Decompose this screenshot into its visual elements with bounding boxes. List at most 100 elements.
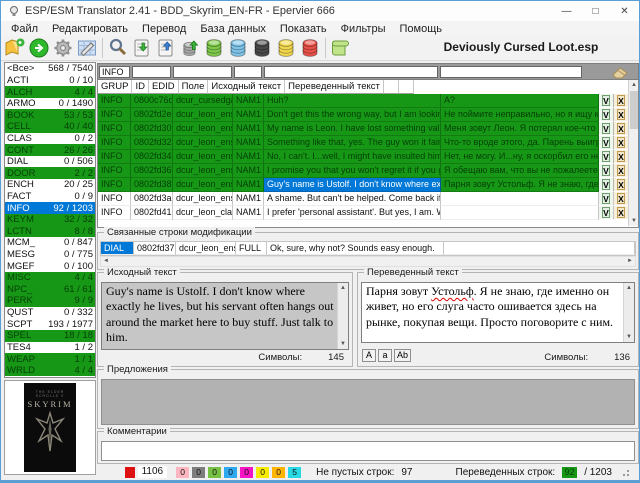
cell-translated-text[interactable]: Нет, не могу. И...ну, я оскорбил его нем… xyxy=(441,150,599,164)
scroll-right-icon[interactable]: ► xyxy=(625,257,635,266)
column-header[interactable]: Переведенный текст xyxy=(285,80,384,94)
run-icon[interactable] xyxy=(28,37,50,59)
validate-row-button[interactable]: V xyxy=(599,150,614,164)
menu-item[interactable]: Фильтры xyxy=(334,23,393,35)
sidebar-item[interactable]: ALCH 4 / 4 xyxy=(5,86,95,98)
validate-row-button[interactable]: V xyxy=(599,122,614,136)
reject-row-button[interactable]: X xyxy=(614,164,629,178)
cell-source-text[interactable]: I prefer 'personal assistant'. But yes, … xyxy=(264,206,441,220)
sidebar-item[interactable]: NPC_ 61 / 61 xyxy=(5,284,95,296)
table-row[interactable]: INFO 0802fd36 dcur_leon_ensla... NAM1 I … xyxy=(98,164,638,178)
reject-row-button[interactable]: X xyxy=(614,136,629,150)
table-row[interactable]: INFO 0800c76d dcur_cursedgagd... NAM1 Hu… xyxy=(98,94,638,108)
reject-row-button[interactable]: X xyxy=(614,108,629,122)
filter-edid-input[interactable] xyxy=(173,66,232,78)
database-black-icon[interactable] xyxy=(251,37,273,59)
reject-row-button[interactable]: X xyxy=(614,122,629,136)
validate-row-button[interactable]: V xyxy=(599,164,614,178)
title-bar[interactable]: ESP/ESM Translator 2.41 - BDD_Skyrim_EN-… xyxy=(1,1,639,21)
sidebar-item[interactable]: DOOR 2 / 2 xyxy=(5,167,95,179)
sidebar-item[interactable]: BOOK 53 / 53 xyxy=(5,109,95,121)
sidebar-item[interactable]: MESG 0 / 775 xyxy=(5,249,95,261)
menu-item[interactable]: База данных xyxy=(193,23,273,35)
column-header[interactable]: Поле xyxy=(179,80,209,94)
sidebar-item[interactable]: ACTI 0 / 10 xyxy=(5,75,95,87)
sidebar-item[interactable]: CELL 40 / 40 xyxy=(5,121,95,133)
reject-row-button[interactable]: X xyxy=(614,192,629,206)
validate-row-button[interactable]: V xyxy=(599,108,614,122)
sidebar-item[interactable]: FACT 0 / 9 xyxy=(5,191,95,203)
suggestions-list[interactable] xyxy=(101,379,635,425)
validate-row-button[interactable]: V xyxy=(599,94,614,108)
sidebar-item[interactable]: CLAS 0 / 2 xyxy=(5,133,95,145)
sidebar-item[interactable]: WEAP 1 / 1 xyxy=(5,353,95,365)
sidebar-item[interactable]: ARMO 0 / 1490 xyxy=(5,98,95,110)
menu-item[interactable]: Перевод xyxy=(135,23,193,35)
sidebar-item[interactable]: PERK 9 / 9 xyxy=(5,295,95,307)
cell-source-text[interactable]: Something like that, yes. The guy won it… xyxy=(264,136,441,150)
cell-source-text[interactable]: My name is Leon. I have lost something v… xyxy=(264,122,441,136)
sidebar-item[interactable]: TES4 1 / 2 xyxy=(5,342,95,354)
clear-filters-eraser-icon[interactable] xyxy=(610,65,630,79)
scroll-up-icon[interactable]: ▲ xyxy=(624,283,634,293)
translation-textarea[interactable]: Парня зовут Устольф. Я не знаю, где имен… xyxy=(361,282,635,343)
save-import-icon[interactable] xyxy=(131,37,153,59)
cell-source-text[interactable]: Guy's name is Ustolf. I don't know where… xyxy=(264,178,441,192)
apply-db-icon[interactable] xyxy=(179,37,201,59)
open-folder-icon[interactable] xyxy=(4,37,26,59)
column-header[interactable]: EDID xyxy=(149,80,179,94)
sidebar-item[interactable]: LCTN 8 / 8 xyxy=(5,226,95,238)
scroll-down-icon[interactable]: ▼ xyxy=(624,332,634,342)
sidebar-item[interactable]: MGEF 0 / 100 xyxy=(5,260,95,272)
finalize-scroll-icon[interactable] xyxy=(330,37,352,59)
cell-source-text[interactable]: A shame. But can't be helped. Come back … xyxy=(264,192,441,206)
linked-row[interactable]: DIAL 0802fd37 dcur_leon_ensla... FULL Ok… xyxy=(100,241,636,256)
sidebar-item[interactable]: SCPT 193 / 1977 xyxy=(5,318,95,330)
filter-grup-input[interactable]: INFO xyxy=(99,66,130,78)
scroll-down-icon[interactable]: ▼ xyxy=(338,339,348,349)
sidebar-item[interactable]: WRLD 4 / 4 xyxy=(5,365,95,377)
table-row[interactable]: INFO 0802fd32 dcur_leon_ensla... NAM1 So… xyxy=(98,136,638,150)
comments-textarea[interactable] xyxy=(101,441,635,461)
validate-row-button[interactable]: V xyxy=(599,192,614,206)
menu-item[interactable]: Помощь xyxy=(392,23,449,35)
table-row[interactable]: INFO 0802fd41 dcur_leon_claudi... NAM1 I… xyxy=(98,206,638,220)
edit-grid-icon[interactable] xyxy=(76,37,98,59)
cell-translated-text[interactable] xyxy=(441,192,599,206)
resize-grip[interactable] xyxy=(621,468,629,476)
case-button[interactable]: Ab xyxy=(394,349,411,362)
cell-source-text[interactable]: Don't get this the wrong way, but I am l… xyxy=(264,108,441,122)
filter-translation-input[interactable] xyxy=(440,66,582,78)
scroll-up-icon[interactable]: ▲ xyxy=(629,80,639,90)
translation-scrollbar[interactable]: ▲ ▼ xyxy=(623,283,634,342)
sidebar-item[interactable]: MCM_ 0 / 847 xyxy=(5,237,95,249)
menu-item[interactable]: Редактировать xyxy=(45,23,135,35)
cell-source-text[interactable]: Huh? xyxy=(264,94,441,108)
save-export-icon[interactable] xyxy=(155,37,177,59)
database-yellow-icon[interactable] xyxy=(275,37,297,59)
cell-translated-text[interactable]: Парня зовут Устольф. Я не знаю, где имен… xyxy=(441,178,599,192)
cell-source-text[interactable]: I promise you that you won't regret it i… xyxy=(264,164,441,178)
cell-translated-text[interactable]: А? xyxy=(441,94,599,108)
menu-item[interactable]: Файл xyxy=(4,23,45,35)
case-button[interactable]: A xyxy=(362,349,376,362)
reject-row-button[interactable]: X xyxy=(614,150,629,164)
validate-row-button[interactable]: V xyxy=(599,206,614,220)
sidebar-item[interactable]: <Все> 568 / 7540 xyxy=(5,63,95,75)
column-header[interactable]: GRUP xyxy=(98,80,132,94)
filter-id-input[interactable] xyxy=(132,66,171,78)
database-red-icon[interactable] xyxy=(299,37,321,59)
cell-translated-text[interactable]: Меня зовут Леон. Я потерял кое-что ценн.… xyxy=(441,122,599,136)
table-row[interactable]: INFO 0802fd30 dcur_leon_ensla... NAM1 My… xyxy=(98,122,638,136)
cell-translated-text[interactable]: Я обещаю вам, что вы не пожалеете, есл..… xyxy=(441,164,599,178)
settings-gear-icon[interactable] xyxy=(52,37,74,59)
filter-field-input[interactable] xyxy=(234,66,262,78)
table-row[interactable]: INFO 0802fd3a dcur_leon_ensla... NAM1 A … xyxy=(98,192,638,206)
column-header[interactable]: Исходный текст xyxy=(208,80,285,94)
validate-row-button[interactable]: V xyxy=(599,178,614,192)
cell-source-text[interactable]: No, I can't. I...well, I might have insu… xyxy=(264,150,441,164)
scroll-down-icon[interactable]: ▼ xyxy=(629,216,639,226)
scroll-left-icon[interactable]: ◄ xyxy=(101,257,111,266)
cell-translated-text[interactable] xyxy=(441,206,599,220)
reject-row-button[interactable]: X xyxy=(614,178,629,192)
